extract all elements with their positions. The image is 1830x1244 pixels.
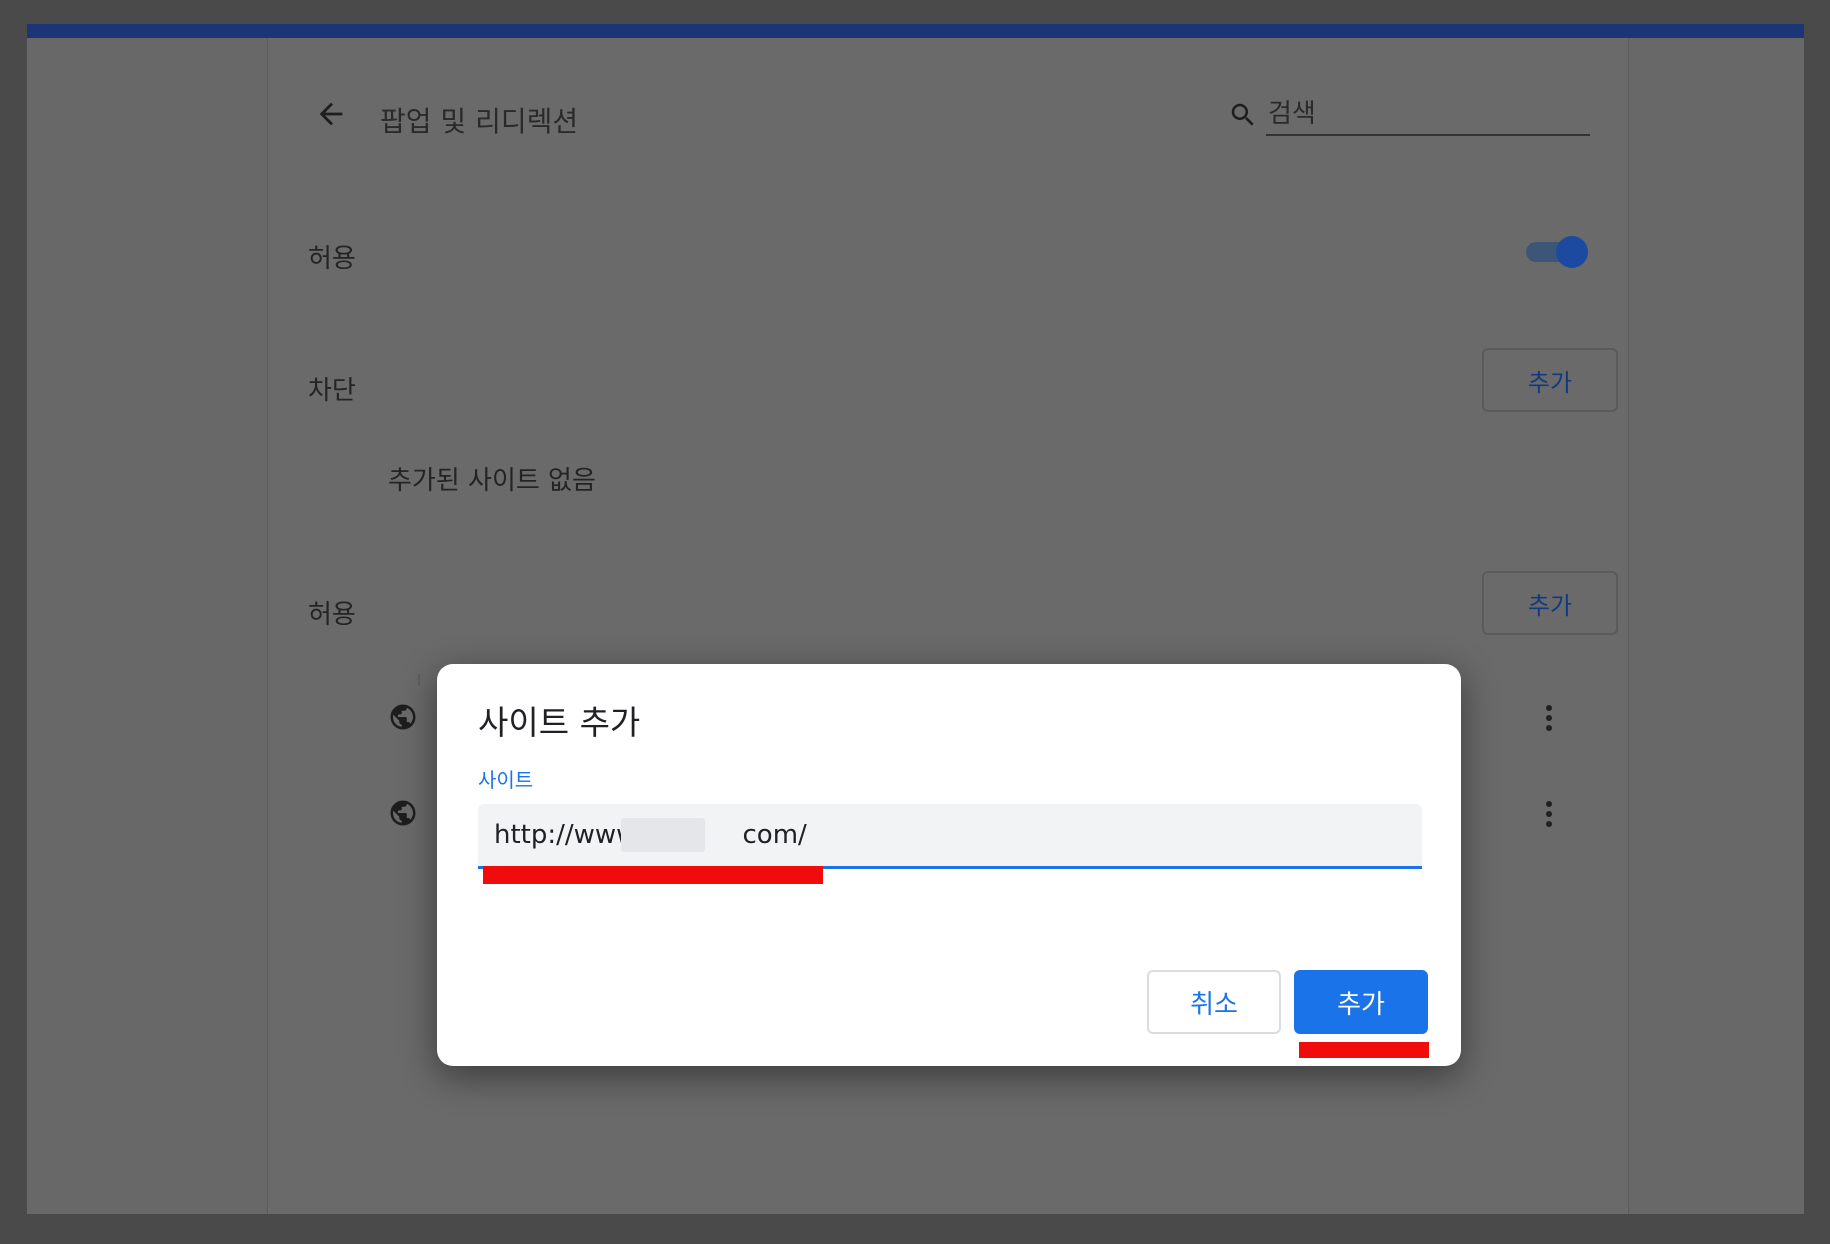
globe-icon: [390, 704, 416, 730]
kebab-dot: [1546, 821, 1552, 827]
annotation-underline: [1299, 1042, 1429, 1058]
blocked-section-label: 차단: [308, 376, 356, 406]
page-title: 팝업 및 리디렉션: [380, 105, 579, 138]
toggle-knob: [1556, 236, 1588, 268]
site-field-label: 사이트: [478, 768, 534, 792]
allowed-toggle[interactable]: [1524, 236, 1588, 268]
more-options-button[interactable]: [1534, 698, 1564, 738]
allowed-section-label: 허용: [308, 600, 356, 630]
annotation-underline: [483, 866, 823, 884]
search-icon: [1231, 103, 1254, 126]
globe-icon: [390, 800, 416, 826]
dialog-title: 사이트 추가: [478, 703, 641, 742]
allowed-toggle-label: 허용: [308, 244, 356, 274]
cancel-button[interactable]: 취소: [1147, 970, 1281, 1034]
allowed-add-button[interactable]: 추가: [1482, 571, 1618, 635]
blocked-add-button[interactable]: 추가: [1482, 348, 1618, 412]
add-button[interactable]: 추가: [1294, 970, 1428, 1034]
kebab-dot: [1546, 725, 1552, 731]
redacted-area: [621, 818, 705, 852]
add-site-dialog: 사이트 추가 사이트 취소 추가: [437, 664, 1461, 1066]
site-field: [478, 804, 1422, 869]
search-input[interactable]: [1266, 94, 1590, 136]
blocked-empty-text: 추가된 사이트 없음: [388, 466, 596, 496]
window-top-bar: [27, 24, 1804, 38]
back-button[interactable]: [309, 92, 353, 136]
more-options-button[interactable]: [1534, 794, 1564, 834]
site-url-input[interactable]: [478, 804, 1422, 866]
kebab-dot: [1546, 705, 1552, 711]
kebab-dot: [1546, 801, 1552, 807]
kebab-dot: [1546, 715, 1552, 721]
kebab-dot: [1546, 811, 1552, 817]
arrow-back-icon: [319, 102, 343, 126]
